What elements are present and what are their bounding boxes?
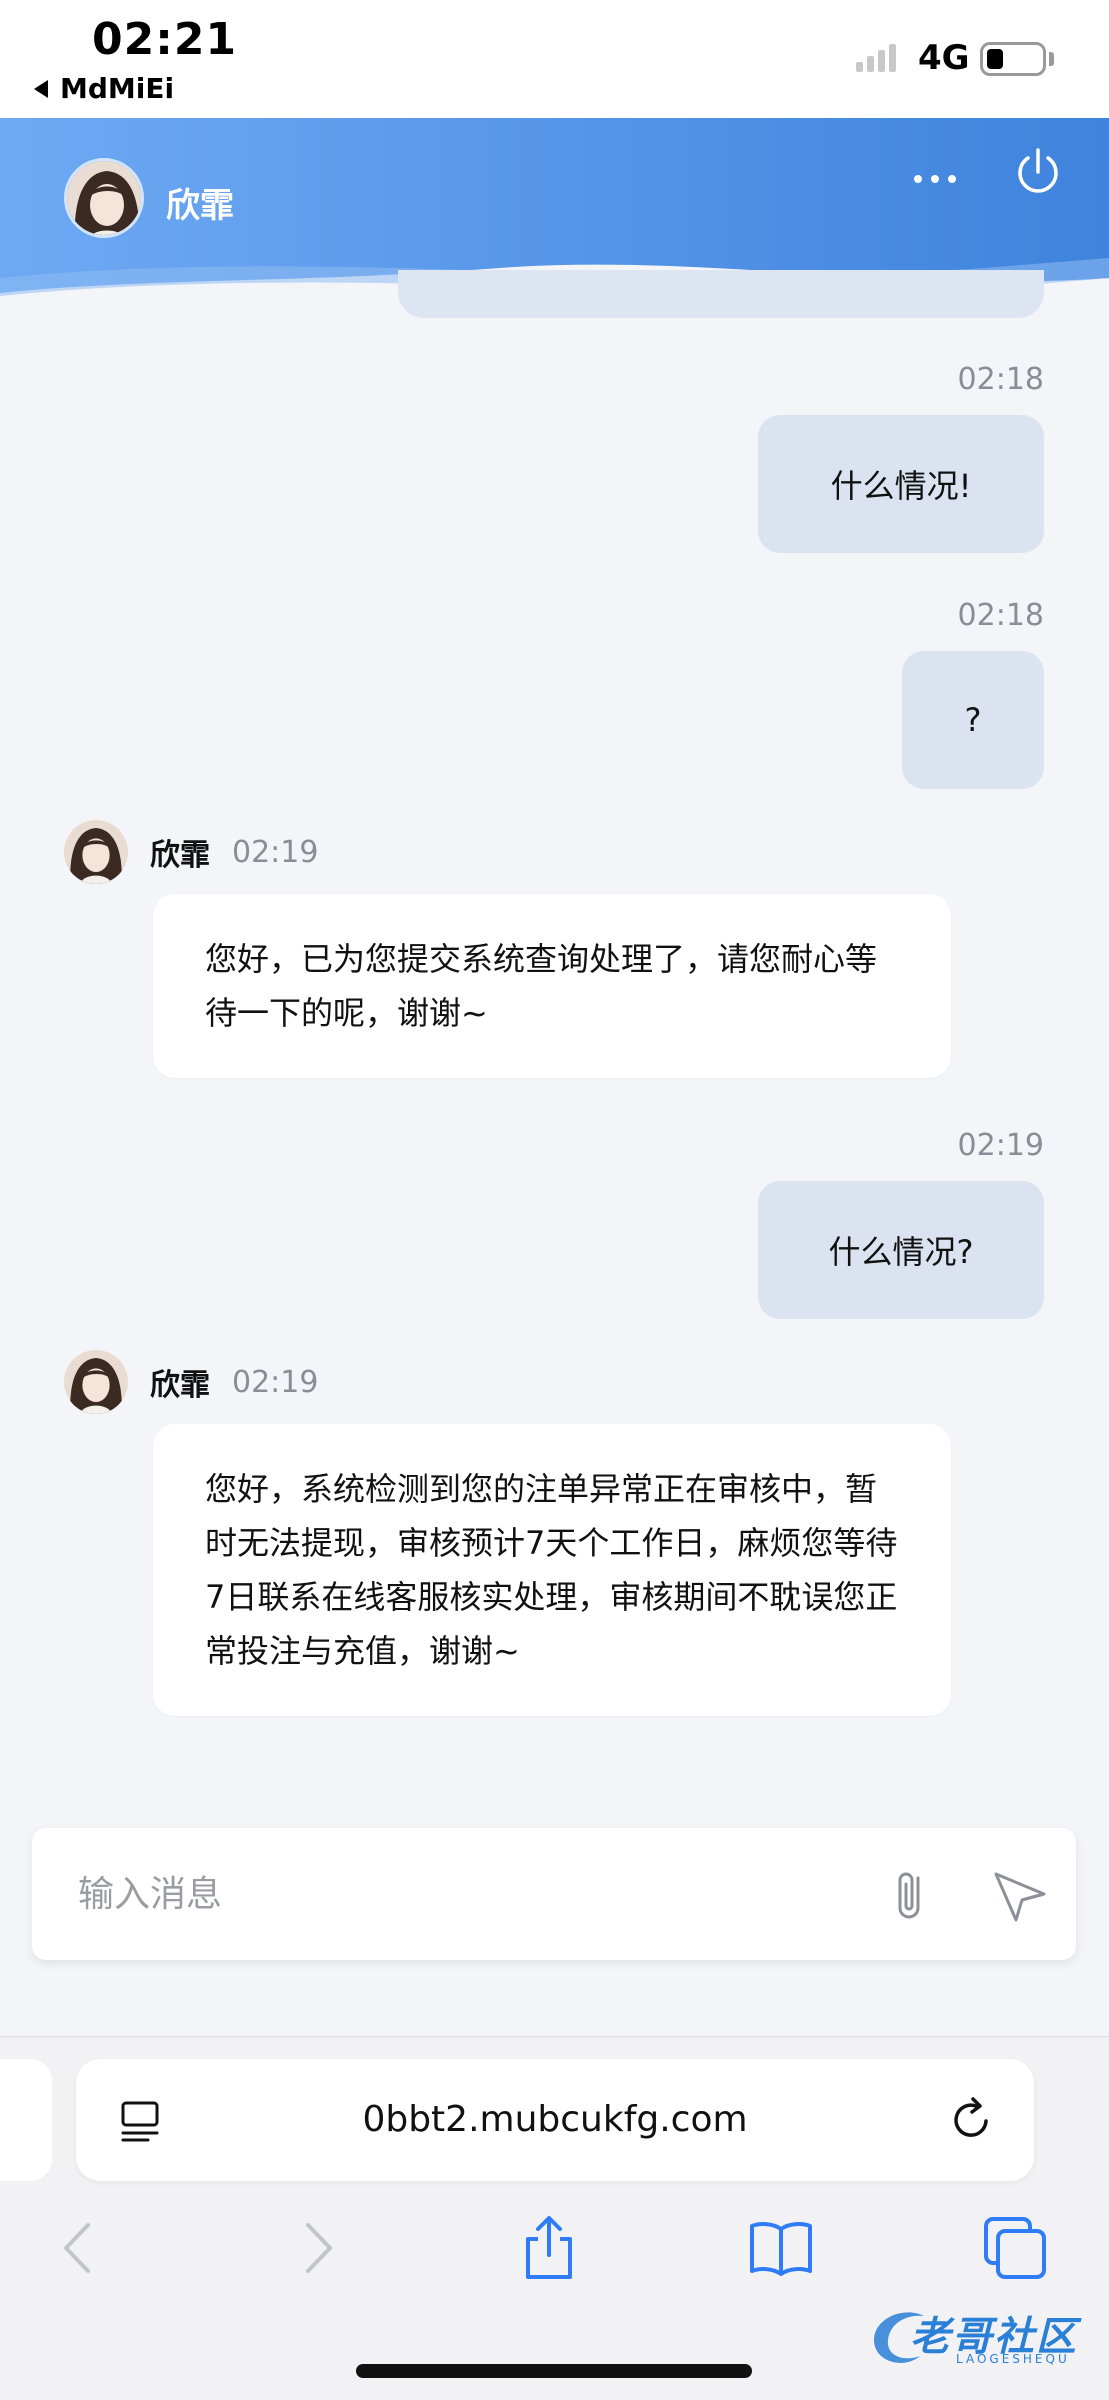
incoming-message-header: 欣霏 02:19 — [64, 1350, 318, 1414]
battery-tip — [1049, 52, 1054, 66]
watermark-logo: 老哥社区 LAOGESHEQU — [864, 2300, 1104, 2372]
sender-name: 欣霏 — [150, 1368, 210, 1403]
network-label: 4G — [918, 38, 970, 78]
agent-name: 欣霏 — [166, 186, 234, 226]
message-time: 02:19 — [957, 1128, 1044, 1163]
reload-icon[interactable] — [946, 2095, 996, 2145]
outgoing-message-bubble: 什么情况? — [758, 1181, 1044, 1319]
back-to-app-link[interactable]: MdMiEi — [34, 72, 174, 105]
agent-avatar — [64, 158, 144, 238]
signal-icon — [856, 44, 896, 72]
watermark-subtext: LAOGESHEQU — [956, 2352, 1070, 2366]
sender-name: 欣霏 — [150, 838, 210, 873]
power-icon[interactable] — [1012, 146, 1064, 198]
more-icon[interactable] — [910, 164, 960, 194]
outgoing-message-bubble: 什么情况! — [758, 415, 1044, 553]
browser-nav-row — [0, 2213, 1109, 2293]
message-time: 02:18 — [957, 598, 1044, 633]
message-time: 02:18 — [957, 362, 1044, 397]
back-triangle-icon — [34, 79, 48, 98]
message-composer — [32, 1828, 1076, 1960]
previous-tab-peek[interactable] — [0, 2059, 52, 2181]
incoming-message-bubble: 您好，已为您提交系统查询处理了，请您耐心等待一下的呢，谢谢~ — [153, 894, 951, 1078]
url-text: 0bbt2.mubcukfg.com — [362, 2099, 748, 2140]
share-icon[interactable] — [514, 2213, 584, 2283]
battery-icon — [980, 42, 1046, 76]
send-icon[interactable] — [986, 1864, 1054, 1926]
bookmarks-icon[interactable] — [746, 2213, 816, 2283]
address-bar[interactable]: 0bbt2.mubcukfg.com — [76, 2059, 1034, 2181]
agent-avatar — [64, 820, 128, 884]
outgoing-message-bubble: ? — [902, 651, 1044, 789]
message-input[interactable] — [78, 1858, 838, 1930]
previous-message-bubble — [398, 270, 1044, 318]
back-icon[interactable] — [44, 2213, 114, 2283]
message-time: 02:19 — [232, 1364, 319, 1400]
status-time: 02:21 — [92, 14, 238, 65]
forward-icon[interactable] — [282, 2213, 352, 2283]
chat-page: 02:21 MdMiEi 4G 欣霏 02:18 什么情况! 02:18 ? 欣… — [0, 0, 1109, 2400]
incoming-message-bubble: 您好，系统检测到您的注单异常正在审核中，暂时无法提现，审核预计7天个工作日，麻烦… — [153, 1424, 951, 1716]
message-time: 02:19 — [232, 834, 319, 870]
incoming-message-header: 欣霏 02:19 — [64, 820, 318, 884]
agent-avatar — [64, 1350, 128, 1414]
back-app-label: MdMiEi — [60, 72, 175, 105]
attachment-icon[interactable] — [880, 1864, 940, 1926]
tabs-icon[interactable] — [980, 2213, 1050, 2283]
home-indicator — [356, 2364, 752, 2378]
status-bar: 02:21 MdMiEi 4G — [0, 0, 1109, 118]
